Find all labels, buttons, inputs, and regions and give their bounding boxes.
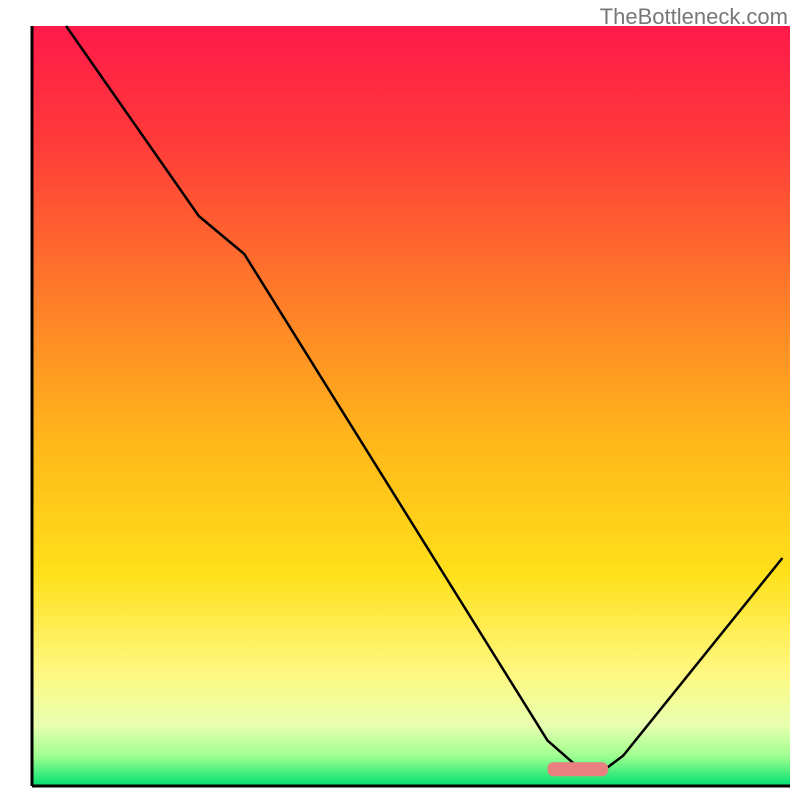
chart-svg (0, 0, 800, 800)
optimal-marker (547, 762, 608, 776)
bottleneck-chart: TheBottleneck.com (0, 0, 800, 800)
watermark-text: TheBottleneck.com (600, 4, 788, 30)
